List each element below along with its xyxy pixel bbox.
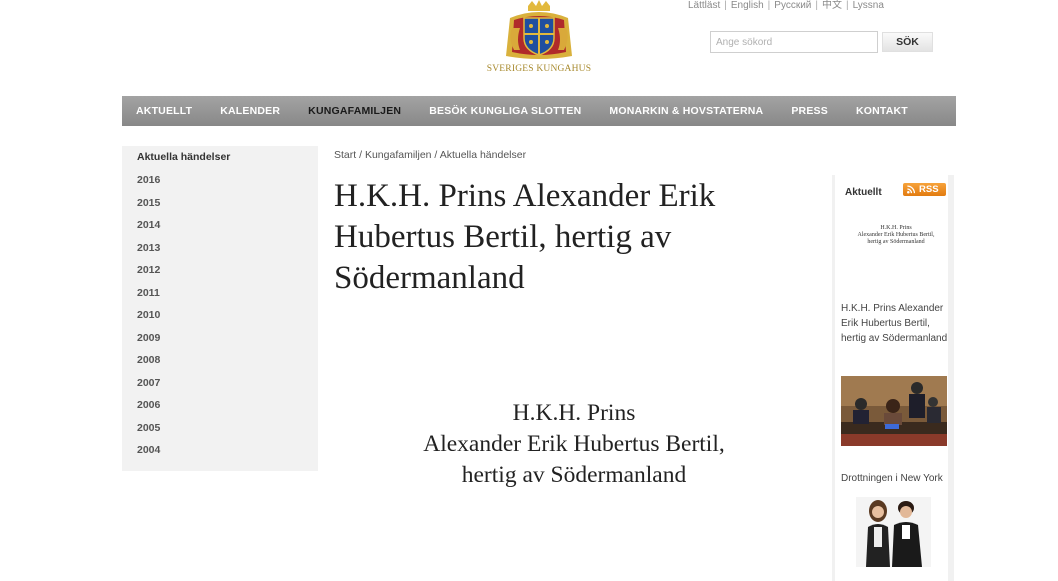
sidebar-item-2015[interactable]: 2015 <box>137 195 160 218</box>
sidebar-item-2010[interactable]: 2010 <box>137 307 160 330</box>
nav-item-besok-kungliga-slotten[interactable]: BESÖK KUNGLIGA SLOTTEN <box>415 105 595 117</box>
search-input[interactable] <box>710 31 878 53</box>
sidebar-item-2006[interactable]: 2006 <box>137 397 160 420</box>
news-photo-couple[interactable] <box>856 497 931 567</box>
rss-icon <box>907 185 916 194</box>
sidebar-heading[interactable]: Aktuella händelser <box>137 151 230 163</box>
language-links: Lättläst | English | Русский | 中文 | Lyssna <box>688 0 884 11</box>
nav-item-press[interactable]: PRESS <box>777 105 842 117</box>
nav-item-aktuellt[interactable]: AKTUELLT <box>122 105 206 117</box>
lang-link-listen[interactable]: Lyssna <box>853 0 884 11</box>
announcement-line: hertig av Södermanland <box>461 462 687 488</box>
breadcrumb-item-start[interactable]: Start <box>334 149 356 161</box>
sidebar-item-2005[interactable]: 2005 <box>137 420 160 443</box>
lang-link-english[interactable]: English <box>731 0 764 11</box>
news-photo-image <box>841 376 947 446</box>
year-list: 2016 2015 2014 2013 2012 2011 2010 2009 … <box>137 172 160 465</box>
sidebar-item-2004[interactable]: 2004 <box>137 442 160 465</box>
main-navigation: AKTUELLT KALENDER KUNGAFAMILJEN BESÖK KU… <box>122 96 956 126</box>
lang-link-chinese[interactable]: 中文 <box>822 0 842 11</box>
royal-crest-logo[interactable]: SVERIGES KUNGAHUS <box>480 0 598 80</box>
announcement-image: H.K.H. Prins Alexander Erik Hubertus Ber… <box>334 398 814 498</box>
sidebar-item-2014[interactable]: 2014 <box>137 217 160 240</box>
separator: | <box>767 0 771 11</box>
announcement-line: Alexander Erik Hubertus Bertil, <box>423 431 725 457</box>
page-title: H.K.H. Prins Alexander Erik Hubertus Ber… <box>334 178 716 296</box>
search-button[interactable]: SÖK <box>882 32 933 52</box>
separator: | <box>815 0 818 11</box>
crest-icon <box>506 0 572 59</box>
nav-item-kalender[interactable]: KALENDER <box>206 105 294 117</box>
rss-label: RSS <box>919 184 939 195</box>
sidebar-item-2008[interactable]: 2008 <box>137 352 160 375</box>
news-heading: Aktuellt <box>845 187 882 198</box>
separator: | <box>724 0 727 11</box>
rss-button[interactable]: RSS <box>903 183 946 196</box>
sidebar-item-2012[interactable]: 2012 <box>137 262 160 285</box>
breadcrumb-item-current: Aktuella händelser <box>439 149 527 161</box>
nav-item-kungafamiljen[interactable]: KUNGAFAMILJEN <box>294 105 415 117</box>
lang-link-russian[interactable]: Русский <box>774 0 811 11</box>
sidebar-item-2011[interactable]: 2011 <box>137 285 160 308</box>
news-photo-un-assembly[interactable] <box>841 376 947 446</box>
sidebar-item-2013[interactable]: 2013 <box>137 240 160 263</box>
news-photo-image <box>856 497 931 567</box>
brand-name: SVERIGES KUNGAHUS <box>486 64 592 74</box>
sidebar: Aktuella händelser 2016 2015 2014 2013 2… <box>122 146 318 471</box>
sidebar-item-2009[interactable]: 2009 <box>137 330 160 353</box>
nav-item-kontakt[interactable]: KONTAKT <box>842 105 922 117</box>
sidebar-item-2016[interactable]: 2016 <box>137 172 160 195</box>
thumbnail-line: Alexander Erik Hubertus Bertil, <box>857 232 935 238</box>
separator: | <box>846 0 849 11</box>
announcement-line: H.K.H. Prins <box>512 400 636 426</box>
breadcrumb: Start / Kungafamiljen / Aktuella händels… <box>334 149 526 161</box>
news-item-title[interactable]: Drottningen i New York <box>841 471 951 486</box>
thumbnail-line: hertig av Södermanland <box>867 239 925 245</box>
sidebar-item-2007[interactable]: 2007 <box>137 375 160 398</box>
nav-item-monarkin-hovstaterna[interactable]: MONARKIN & HOVSTATERNA <box>595 105 777 117</box>
breadcrumb-item-kungafamiljen[interactable]: Kungafamiljen <box>365 149 432 161</box>
news-item-title[interactable]: H.K.H. Prins Alexander Erik Hubertus Ber… <box>841 301 951 346</box>
thumbnail-line: H.K.H. Prins <box>880 225 912 231</box>
news-thumbnail[interactable]: H.K.H. Prins Alexander Erik Hubertus Ber… <box>846 225 946 246</box>
lang-link-easy-read[interactable]: Lättläst <box>688 0 720 11</box>
